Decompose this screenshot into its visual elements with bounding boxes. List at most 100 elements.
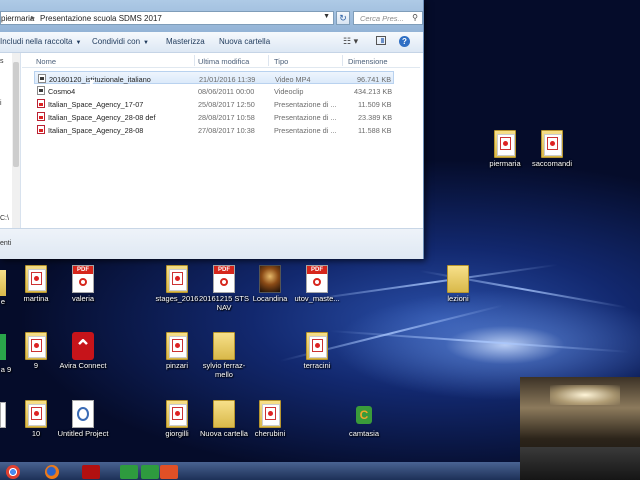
nav-tree-stub: i (0, 100, 2, 107)
address-dropdown-icon[interactable]: ▼ (323, 13, 330, 20)
desktop-icon-camtasia[interactable]: camtasia (337, 400, 391, 438)
file-modified: 08/06/2011 00:00 (198, 87, 255, 96)
partial-file-icon[interactable] (0, 402, 6, 428)
refresh-button[interactable]: ↻ (336, 11, 350, 25)
file-modified: 27/08/2017 10:38 (198, 126, 255, 135)
folder-icon (166, 265, 188, 293)
desktop-icon-terracini[interactable]: terracini (290, 332, 344, 370)
file-row[interactable]: Cosmo4 08/06/2011 00:00 Videoclip 434.21… (34, 84, 394, 97)
file-type: Video MP4 (275, 75, 311, 84)
desktop-icon-label: saccomandi (531, 159, 573, 168)
column-header-type[interactable]: Tipo (274, 57, 288, 66)
desktop-icon-utov[interactable]: utov_maste... (290, 265, 344, 303)
address-bar[interactable]: piermaria ▸ Presentazione scuola SDMS 20… (0, 11, 334, 25)
file-modified: 28/08/2017 10:58 (198, 113, 255, 122)
nav-tree-stub: s (0, 58, 4, 65)
desktop-icon-label: piermaria (489, 159, 521, 168)
desktop-icon-label: Avira Connect (59, 361, 107, 370)
command-bar: Includi nella raccolta ▼ Condividi con ▼ M… (0, 32, 423, 53)
presentation-app-icon[interactable] (160, 465, 178, 479)
column-separator[interactable] (194, 55, 195, 66)
camtasia-icon[interactable] (120, 465, 138, 479)
desktop-icon-valeria[interactable]: valeria (56, 265, 110, 303)
share-with-label: Condividi con (92, 37, 141, 46)
file-row[interactable]: 20160120_istituzionale_italiano 21/01/20… (34, 71, 394, 84)
nav-scrollbar-thumb[interactable] (13, 62, 19, 167)
wallpaper-streak (329, 330, 630, 353)
file-row[interactable]: Italian_Space_Agency_28-08 def 28/08/201… (34, 110, 394, 123)
desktop-icon-untitled-project[interactable]: Untitled Project (56, 400, 110, 438)
column-header-size[interactable]: Dimensione (348, 57, 388, 66)
file-type: Presentazione di ... (274, 113, 337, 122)
acrobat-icon[interactable] (82, 465, 100, 479)
file-type: Presentazione di ... (274, 100, 337, 109)
include-in-library-button[interactable]: Includi nella raccolta ▼ (0, 37, 81, 46)
desktop-edge-label: e (0, 296, 30, 306)
webcam-overlay (520, 377, 640, 480)
folder-icon (166, 400, 188, 428)
desktop-icon-label: a 9 (0, 365, 12, 374)
chrome-icon[interactable] (6, 465, 20, 479)
desktop-icon-lezioni[interactable]: lezioni (431, 265, 485, 303)
search-placeholder: Cerca Pres... (360, 14, 404, 23)
desktop-icon-sylvio-ferraz-mello[interactable]: sylvio ferraz-mello (197, 332, 251, 379)
breadcrumb-item[interactable]: piermaria (1, 14, 34, 23)
desktop-icon-label: valeria (71, 294, 95, 303)
desktop-icon-10[interactable]: 10 (9, 400, 63, 438)
firefox-icon[interactable] (45, 465, 59, 479)
desktop-icon-label: lezioni (447, 294, 469, 303)
desktop-icon-piermaria[interactable]: piermaria (478, 130, 532, 168)
desktop-icon-cherubini[interactable]: cherubini (243, 400, 297, 438)
webcam-ceiling-light (550, 385, 620, 405)
dropdown-arrow-icon: ▼ (143, 40, 149, 46)
partial-folder-icon[interactable] (0, 270, 6, 296)
desktop-icon-label: sylvio ferraz-mello (202, 361, 246, 379)
file-row[interactable]: Italian_Space_Agency_17-07 25/08/2017 12… (34, 97, 394, 110)
desktop-icon-saccomandi[interactable]: saccomandi (525, 130, 579, 168)
include-in-library-label: Includi nella raccolta (0, 37, 73, 46)
desktop-icon-locandina[interactable]: Locandina (243, 265, 297, 303)
explorer-titlebar: piermaria ▸ Presentazione scuola SDMS 20… (0, 0, 423, 32)
folder-icon (25, 400, 47, 428)
desktop-icon-giorgilli[interactable]: giorgilli (150, 400, 204, 438)
partial-app-icon[interactable] (0, 334, 6, 360)
file-list-header: Nome Ultima modifica Tipo Dimensione (22, 53, 420, 68)
status-bar: enti (0, 228, 423, 259)
desktop-icon-pinzari[interactable]: pinzari (150, 332, 204, 370)
file-name: Italian_Space_Agency_17-07 (48, 100, 144, 109)
column-header-modified[interactable]: Ultima modifica (198, 57, 249, 66)
breadcrumb-separator-icon: ▸ (31, 13, 36, 22)
burn-button[interactable]: Masterizza (166, 37, 205, 46)
change-view-icon[interactable]: ☷ ▾ (343, 36, 358, 47)
pdf-icon (306, 265, 328, 293)
column-separator[interactable] (268, 55, 269, 66)
column-header-name[interactable]: Nome (36, 57, 56, 66)
file-size: 11.509 KB (358, 100, 392, 109)
desktop-icon-label: 10 (31, 429, 41, 438)
preview-pane-icon[interactable] (376, 36, 386, 45)
folder-icon (259, 400, 281, 428)
file-name: Italian_Space_Agency_28-08 def (48, 113, 156, 122)
taskbar (0, 462, 520, 480)
search-input[interactable]: Cerca Pres... ⚲ (353, 11, 423, 25)
status-item-count: enti (0, 240, 12, 247)
desktop-icon-stages-2016[interactable]: stages_2016 (150, 265, 204, 303)
folder-icon (25, 265, 47, 293)
share-with-button[interactable]: Condividi con ▼ (92, 37, 149, 46)
webcam-floor (520, 447, 640, 480)
desktop-icon-avira-connect[interactable]: Avira Connect (56, 332, 110, 370)
breadcrumb-item[interactable]: Presentazione scuola SDMS 2017 (40, 14, 162, 23)
file-size: 11.588 KB (358, 126, 392, 135)
pdf-file-icon (37, 125, 45, 134)
desktop-icon-label: e (0, 297, 6, 306)
camtasia-recorder-icon[interactable] (141, 465, 159, 479)
file-size: 434.213 KB (354, 87, 393, 96)
new-folder-button[interactable]: Nuova cartella (219, 37, 270, 46)
folder-icon (541, 130, 563, 158)
column-separator[interactable] (342, 55, 343, 66)
pdf-icon (72, 265, 94, 293)
help-icon[interactable]: ? (399, 36, 410, 47)
file-row[interactable]: Italian_Space_Agency_28-08 27/08/2017 10… (34, 123, 394, 136)
nav-drive-c[interactable]: C:\ (0, 215, 9, 222)
desktop-icon-label: cherubini (254, 429, 286, 438)
